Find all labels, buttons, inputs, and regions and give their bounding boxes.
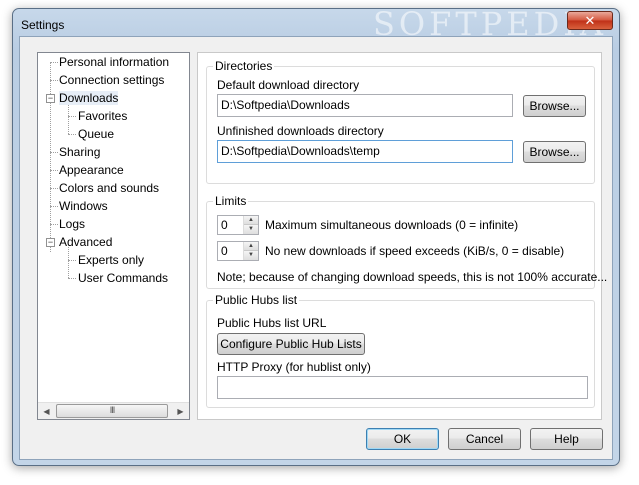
http-proxy-label: HTTP Proxy (for hublist only) [217,360,371,374]
tree-item-label: User Commands [78,271,169,285]
settings-window: Settings SOFTPEDIA ✕ − − Personal inform… [12,5,620,466]
limits-group: Limits 0 ▲ ▼ Maximum simultaneous downlo… [206,194,607,289]
tree-item-logs[interactable]: Logs [59,215,85,233]
max-downloads-spinner[interactable]: 0 ▲ ▼ [217,215,259,235]
max-downloads-label: Maximum simultaneous downloads (0 = infi… [265,218,519,232]
tree-horizontal-scrollbar[interactable]: ◀ III ▶ [38,402,189,419]
directories-group-title: Directories [213,59,275,73]
browse-unfinished-button[interactable]: Browse... [523,141,586,163]
spinner-buttons: ▲ ▼ [243,216,258,234]
close-button[interactable]: ✕ [567,11,613,30]
tree-line [68,278,76,279]
speed-limit-label: No new downloads if speed exceeds (KiB/s… [265,244,565,258]
window-title: Settings [21,18,65,32]
tree-line-downloads [68,103,69,134]
help-button[interactable]: Help [530,428,603,450]
tree-item-downloads[interactable]: Downloads [59,89,119,107]
http-proxy-field[interactable] [217,376,588,399]
tree-item-label: Colors and sounds [59,181,160,195]
tree-line [68,116,76,117]
downloads-settings-panel: Directories Default download directory D… [197,52,607,420]
directories-group: Directories Default download directory D… [206,59,595,184]
spin-down-icon[interactable]: ▼ [244,225,258,234]
settings-tree[interactable]: − − Personal information Connection sett… [37,52,190,420]
close-icon: ✕ [584,13,596,28]
limits-note: Note; because of changing download speed… [217,270,608,284]
scroll-left-icon[interactable]: ◀ [38,403,55,420]
unfinished-directory-field[interactable]: D:\Softpedia\Downloads\temp [217,140,513,163]
tree-item-connection-settings[interactable]: Connection settings [59,71,164,89]
tree-item-user-commands[interactable]: User Commands [78,269,168,287]
tree-line [50,62,58,63]
scrollbar-thumb[interactable]: III [56,404,168,418]
tree-item-label: Logs [59,217,86,231]
tree-item-favorites[interactable]: Favorites [78,107,127,125]
spin-up-icon[interactable]: ▲ [244,216,258,225]
tree-item-label: Sharing [59,145,101,159]
tree-item-queue[interactable]: Queue [78,125,114,143]
browse-default-button[interactable]: Browse... [523,95,586,117]
speed-limit-spinner[interactable]: 0 ▲ ▼ [217,241,259,261]
speed-limit-value: 0 [221,244,228,258]
tree-item-label: Connection settings [59,73,165,87]
tree-items: − − Personal information Connection sett… [38,53,189,402]
tree-item-label: Windows [59,199,108,213]
public-hubs-group-title: Public Hubs list [213,293,300,307]
tree-line-advanced [68,247,69,278]
spin-down-icon[interactable]: ▼ [244,251,258,260]
hubs-url-label: Public Hubs list URL [217,316,327,330]
tree-item-experts-only[interactable]: Experts only [78,251,144,269]
default-directory-label: Default download directory [217,78,360,92]
default-directory-field[interactable]: D:\Softpedia\Downloads [217,94,513,117]
tree-item-windows[interactable]: Windows [59,197,108,215]
tree-item-label: Favorites [78,109,128,123]
scroll-right-icon[interactable]: ▶ [172,403,189,420]
tree-line [68,134,76,135]
tree-item-label: Personal information [59,55,170,69]
tree-item-label: Downloads [59,91,119,105]
tree-item-advanced[interactable]: Advanced [59,233,112,251]
tree-item-label: Experts only [78,253,145,267]
tree-item-colors-and-sounds[interactable]: Colors and sounds [59,179,159,197]
tree-line [50,152,58,153]
tree-line [50,80,58,81]
tree-item-label: Advanced [59,235,113,249]
public-hubs-group: Public Hubs list Public Hubs list URL Co… [206,293,595,408]
tree-item-personal-information[interactable]: Personal information [59,53,169,71]
client-area: − − Personal information Connection sett… [19,36,613,460]
tree-line [50,206,58,207]
unfinished-directory-label: Unfinished downloads directory [217,124,384,138]
max-downloads-value: 0 [221,218,228,232]
tree-line [50,224,58,225]
cancel-button[interactable]: Cancel [448,428,521,450]
tree-line [50,170,58,171]
tree-line [50,188,58,189]
ok-button[interactable]: OK [366,428,439,450]
tree-item-sharing[interactable]: Sharing [59,143,100,161]
tree-line [68,260,76,261]
tree-item-appearance[interactable]: Appearance [59,161,124,179]
advanced-collapse-icon[interactable]: − [46,238,55,247]
spinner-buttons: ▲ ▼ [243,242,258,260]
title-bar[interactable]: Settings SOFTPEDIA ✕ [13,5,619,43]
configure-hub-lists-button[interactable]: Configure Public Hub Lists [217,333,365,355]
limits-group-title: Limits [213,194,249,208]
spin-up-icon[interactable]: ▲ [244,242,258,251]
tree-item-label: Queue [78,127,115,141]
tree-item-label: Appearance [59,163,124,177]
downloads-collapse-icon[interactable]: − [46,94,55,103]
